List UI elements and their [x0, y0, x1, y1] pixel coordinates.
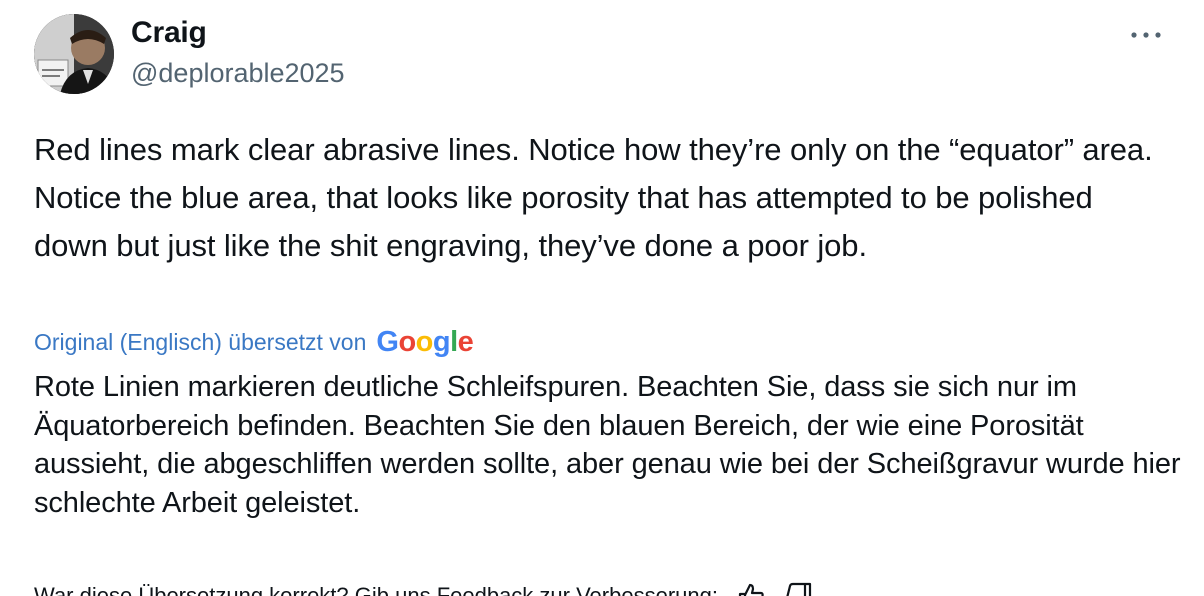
tweet-text: Red lines mark clear abrasive lines. Not…	[34, 132, 1153, 263]
google-logo: Google	[376, 325, 474, 358]
thumbs-up-icon	[738, 583, 764, 596]
more-options-button[interactable]	[1126, 22, 1166, 48]
thumbs-down-icon	[786, 582, 812, 596]
thumbs-down-button[interactable]	[784, 581, 814, 596]
tweet-card: Craig @deplorable2025 Red lines mark cle…	[0, 0, 1204, 596]
avatar-image	[34, 14, 114, 94]
author-handle[interactable]: @deplorable2025	[131, 58, 345, 89]
more-horizontal-icon	[1131, 32, 1161, 38]
feedback-prompt: War diese Übersetzung korrekt? Gib uns F…	[34, 583, 718, 596]
thumbs-up-button[interactable]	[736, 581, 766, 596]
translated-text: Rote Linien markieren deutliche Schleifs…	[34, 371, 1181, 519]
translation-attribution: Original (Englisch) übersetzt von Google	[34, 322, 474, 362]
translation-feedback: War diese Übersetzung korrekt? Gib uns F…	[34, 578, 814, 596]
author-display-name[interactable]: Craig	[131, 16, 207, 50]
show-original-link[interactable]: Original (Englisch) übersetzt von	[34, 329, 366, 356]
avatar[interactable]	[34, 14, 114, 94]
